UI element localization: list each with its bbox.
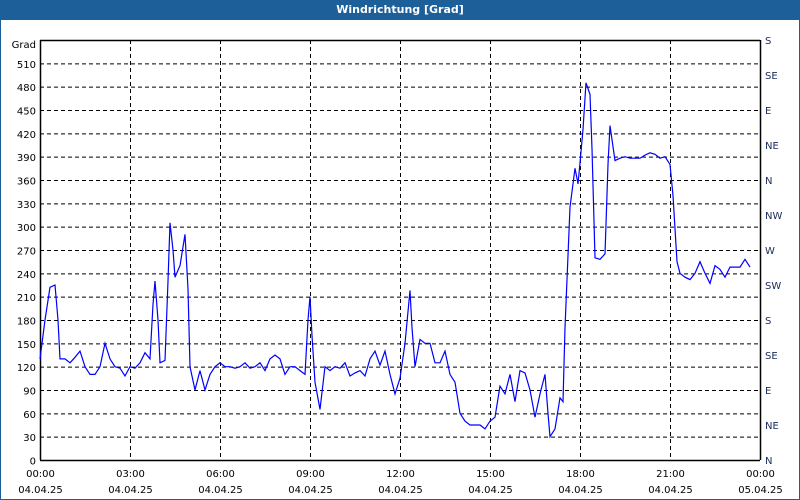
- y-tick-label: 150: [17, 340, 36, 351]
- x-tick-time: 21:00: [656, 469, 685, 480]
- right-axis-direction-label: NE: [765, 421, 779, 432]
- right-axis-direction-label: N: [765, 176, 772, 187]
- right-axis-direction-label: SE: [765, 351, 778, 362]
- right-axis-direction-label: N: [765, 456, 772, 467]
- right-axis-direction-label: E: [765, 386, 771, 397]
- x-tick-time: 12:00: [386, 469, 415, 480]
- x-tick-time: 09:00: [296, 469, 325, 480]
- x-tick-date: 04.04.25: [288, 485, 333, 496]
- y-tick-label: 420: [17, 130, 36, 141]
- x-tick-date: 04.04.25: [648, 485, 693, 496]
- y-tick-label: 30: [23, 433, 36, 444]
- right-axis-direction-label: S: [765, 36, 771, 47]
- right-axis-direction-label: W: [765, 246, 775, 257]
- x-tick-date: 04.04.25: [108, 485, 153, 496]
- x-tick-date: 04.04.25: [198, 485, 243, 496]
- y-tick-label: 0: [30, 457, 36, 468]
- y-tick-label: 450: [17, 107, 36, 118]
- x-tick-date: 05.04.25: [738, 485, 783, 496]
- x-tick-time: 15:00: [476, 469, 505, 480]
- right-axis-direction-label: SE: [765, 71, 778, 82]
- y-axis-label: Grad: [12, 40, 36, 51]
- y-tick-label: 330: [17, 200, 36, 211]
- series-line-wind-direction: [39, 82, 751, 439]
- y-tick-label: 90: [23, 387, 36, 398]
- right-axis-direction-label: SW: [765, 281, 781, 292]
- right-axis-direction-label: NW: [765, 211, 782, 222]
- y-tick-label: 180: [17, 317, 36, 328]
- y-tick-label: 210: [17, 293, 36, 304]
- x-tick-time: 03:00: [116, 469, 145, 480]
- y-tick-label: 300: [17, 223, 36, 234]
- right-axis-direction-label: E: [765, 106, 771, 117]
- x-tick-time: 18:00: [566, 469, 595, 480]
- x-tick-time: 00:00: [746, 469, 775, 480]
- y-tick-label: 390: [17, 153, 36, 164]
- x-tick-time: 00:00: [26, 469, 55, 480]
- y-tick-label: 120: [17, 363, 36, 374]
- right-axis-direction-label: S: [765, 316, 771, 327]
- y-tick-label: 360: [17, 177, 36, 188]
- right-axis-direction-label: NE: [765, 141, 779, 152]
- x-tick-time: 06:00: [206, 469, 235, 480]
- x-tick-date: 04.04.25: [558, 485, 603, 496]
- y-tick-label: 240: [17, 270, 36, 281]
- y-tick-label: 60: [23, 410, 36, 421]
- y-tick-label: 270: [17, 247, 36, 258]
- x-tick-date: 04.04.25: [18, 485, 63, 496]
- x-tick-date: 04.04.25: [378, 485, 423, 496]
- x-tick-date: 04.04.25: [468, 485, 513, 496]
- y-tick-label: 510: [17, 60, 36, 71]
- y-tick-label: 480: [17, 83, 36, 94]
- wind-direction-chart: 0 30 60 90 120 150 180 210 240 270 300 330 360 390 420…: [12, 36, 783, 496]
